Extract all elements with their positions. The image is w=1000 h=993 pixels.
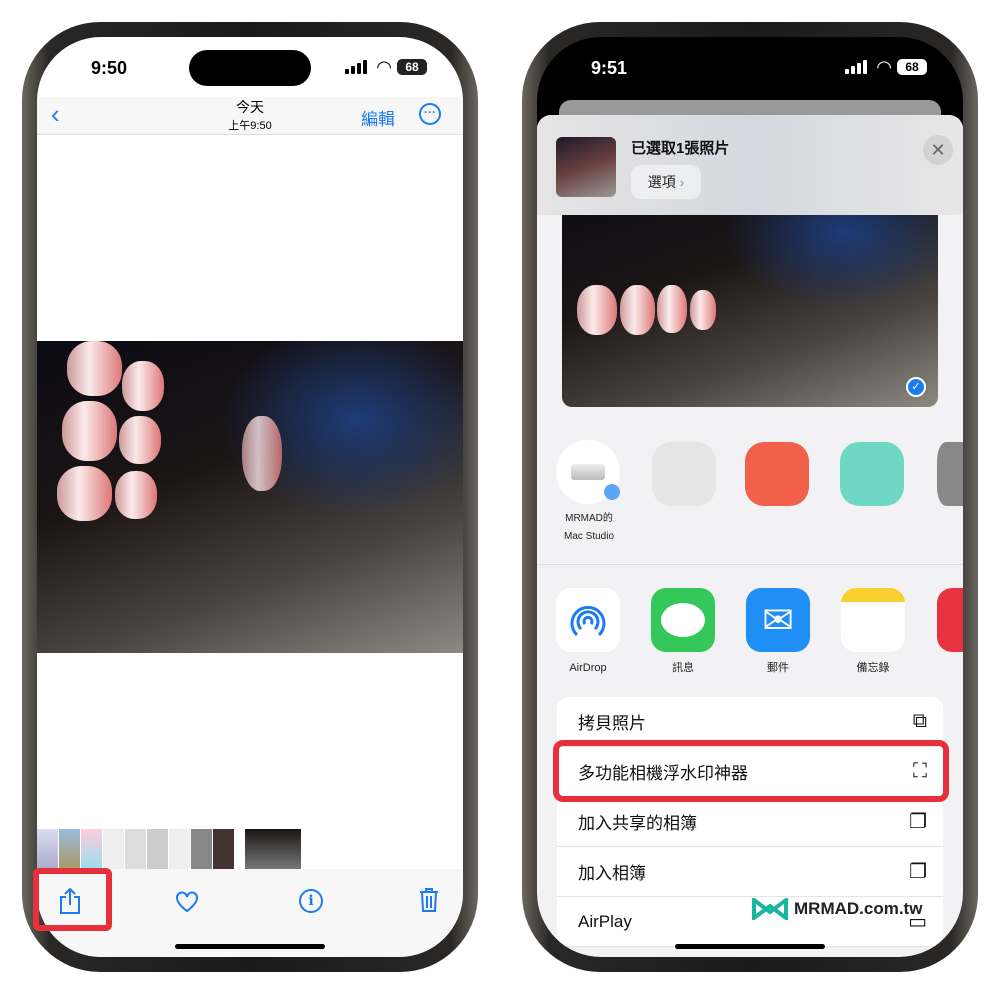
status-bar: 9:51 ◠ 68 bbox=[537, 37, 963, 97]
trash-icon[interactable] bbox=[419, 887, 439, 913]
signal-icon bbox=[345, 60, 367, 74]
app-mail[interactable]: ✉ 郵件 bbox=[746, 588, 810, 676]
app-icon bbox=[937, 588, 963, 652]
status-bar: 9:50 ◠ 68 bbox=[37, 37, 463, 97]
copy-icon: ⧉ bbox=[912, 710, 927, 732]
page-title: 今天 bbox=[236, 99, 264, 115]
photos-screen: 9:50 ◠ 68 ‹ 今天 上午9:50 編輯 ··· i bbox=[37, 37, 463, 957]
app-partial[interactable] bbox=[937, 588, 963, 658]
home-indicator bbox=[175, 944, 325, 949]
mrmad-logo-icon bbox=[752, 898, 788, 920]
heart-icon[interactable] bbox=[175, 891, 199, 913]
contact-avatar[interactable] bbox=[937, 442, 963, 506]
watermark-action-highlight bbox=[553, 740, 949, 802]
signal-icon bbox=[845, 60, 867, 74]
phone-left: 9:50 ◠ 68 ‹ 今天 上午9:50 編輯 ··· i bbox=[22, 22, 478, 972]
contact-avatar[interactable] bbox=[652, 442, 716, 506]
nav-bar: ‹ 今天 上午9:50 編輯 ··· bbox=[37, 97, 463, 135]
phone-right: 9:51 ◠ 68 ✓ 已選取1張照片 選項 › ✕ MRMAD的 Mac St… bbox=[522, 22, 978, 972]
thumbnail-strip[interactable] bbox=[37, 829, 463, 869]
photo[interactable] bbox=[37, 341, 463, 653]
messages-icon bbox=[651, 588, 715, 652]
battery-icon: 68 bbox=[897, 59, 927, 75]
status-time: 9:50 bbox=[91, 58, 128, 78]
selected-thumbnail bbox=[556, 137, 616, 197]
edit-button[interactable]: 編輯 bbox=[361, 105, 395, 130]
close-icon[interactable]: ✕ bbox=[923, 135, 953, 165]
mrmad-watermark: MRMAD.com.tw bbox=[752, 898, 922, 920]
add-album-icon: ❐ bbox=[909, 861, 927, 883]
contact-avatar[interactable] bbox=[745, 442, 809, 506]
contact-mac-studio[interactable]: MRMAD的 Mac Studio bbox=[556, 440, 622, 544]
home-indicator bbox=[675, 944, 825, 949]
airdrop-icon bbox=[556, 588, 620, 652]
airdrop-badge-icon bbox=[604, 484, 620, 500]
sheet-title: 已選取1張照片 bbox=[631, 140, 730, 157]
options-label: 選項 bbox=[647, 174, 676, 190]
action-add-album[interactable]: 加入相簿 ❐ bbox=[557, 847, 943, 897]
checkmark-icon: ✓ bbox=[906, 377, 926, 397]
info-icon[interactable]: i bbox=[299, 889, 323, 913]
sheet-header: 已選取1張照片 選項 › ✕ bbox=[537, 115, 963, 215]
share-sheet: ✓ 已選取1張照片 選項 › ✕ MRMAD的 Mac Studio AirDr… bbox=[537, 115, 963, 957]
mail-icon: ✉ bbox=[746, 588, 810, 652]
shared-album-icon: ❐ bbox=[909, 811, 927, 833]
action-add-shared-album[interactable]: 加入共享的相簿 ❐ bbox=[557, 797, 943, 847]
battery-icon: 68 bbox=[397, 59, 427, 75]
mac-studio-icon bbox=[571, 464, 605, 480]
share-highlight bbox=[33, 868, 112, 931]
contact-avatar[interactable] bbox=[840, 442, 904, 506]
ellipsis-circle-icon[interactable]: ··· bbox=[419, 103, 441, 125]
wifi-icon: ◠ bbox=[877, 57, 891, 77]
app-airdrop[interactable]: AirDrop bbox=[556, 588, 620, 676]
share-screen: 9:51 ◠ 68 ✓ 已選取1張照片 選項 › ✕ MRMAD的 Mac St… bbox=[537, 37, 963, 957]
wifi-icon: ◠ bbox=[377, 57, 391, 77]
app-messages[interactable]: 訊息 bbox=[651, 588, 715, 676]
notes-icon bbox=[841, 588, 905, 652]
page-subtitle: 上午9:50 bbox=[228, 120, 272, 132]
dynamic-island bbox=[189, 50, 311, 86]
app-notes[interactable]: 備忘錄 bbox=[841, 588, 905, 676]
status-time: 9:51 bbox=[591, 58, 628, 78]
options-button[interactable]: 選項 › bbox=[631, 165, 701, 199]
